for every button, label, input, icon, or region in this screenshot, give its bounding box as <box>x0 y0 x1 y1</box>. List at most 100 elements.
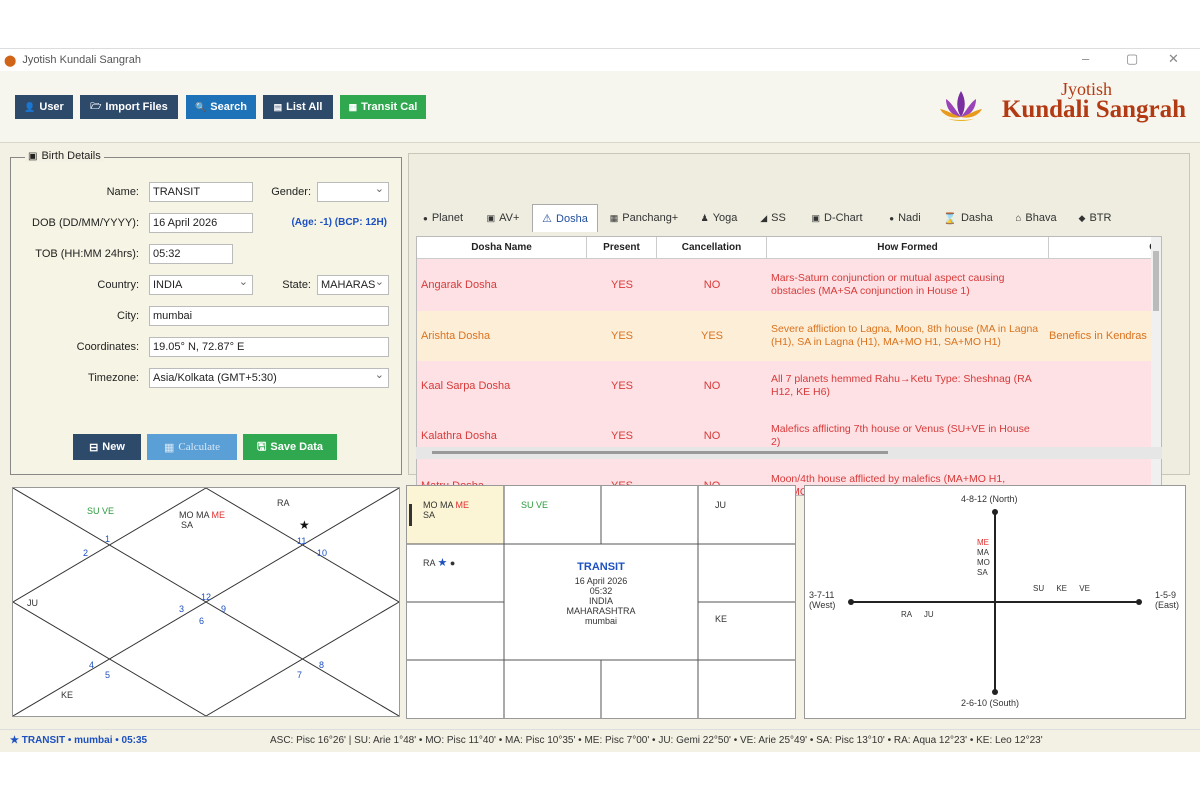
center-city: mumbai <box>584 616 617 626</box>
tab-yoga[interactable]: ♟ Yoga <box>690 204 748 232</box>
state-select[interactable]: MAHARAS <box>317 275 389 295</box>
house-number: 7 <box>297 670 303 680</box>
tab-btr[interactable]: ◆ BTR <box>1070 204 1120 232</box>
h3-planets: JU <box>27 598 38 608</box>
dosha-cancel: YES <box>700 330 723 342</box>
list-all-button[interactable]: ▤ List All <box>263 95 333 119</box>
pisces-planets: MO MA ME <box>423 500 470 510</box>
h1-planets: MO MA ME <box>179 510 226 520</box>
table-row[interactable]: Angarak Dosha YES NO Mars-Saturn conjunc… <box>417 259 1161 311</box>
tab-dosha[interactable]: ⚠ Dosha <box>532 204 598 232</box>
country-select[interactable]: INDIA <box>149 275 253 295</box>
maximize-icon[interactable]: ▢ <box>1126 51 1138 67</box>
table-row[interactable]: Arishta Dosha YES YES Severe affliction … <box>417 311 1161 361</box>
tob-field[interactable]: 05:32 <box>149 244 233 264</box>
center-title: TRANSIT <box>577 561 625 573</box>
calc-icon: ▦ <box>164 441 175 454</box>
city-label: City: <box>117 310 139 322</box>
aries-planets: SU VE <box>521 500 549 510</box>
timezone-select[interactable]: Asia/Kolkata (GMT+5:30) <box>149 368 389 388</box>
transit-cal-button[interactable]: ▦ Transit Cal <box>340 95 426 119</box>
status-left: ★ TRANSIT • mumbai • 05:35 <box>10 735 148 746</box>
house-number: 9 <box>221 604 227 614</box>
user-icon: 👤 <box>24 101 36 112</box>
planet-icon: ● <box>422 213 428 223</box>
minimize-icon[interactable]: – <box>1082 51 1089 66</box>
horizontal-scrollbar[interactable] <box>416 447 1162 459</box>
warning-icon: ⚠ <box>542 213 553 225</box>
header-dosha-name[interactable]: Dosha Name <box>417 237 587 258</box>
brand-line2: Kundali Sangrah <box>1001 96 1186 123</box>
header-how-formed[interactable]: How Formed <box>767 237 1049 258</box>
search-button[interactable]: 🔍 Search <box>186 95 256 119</box>
hourglass-icon: ⌛ <box>943 212 957 225</box>
city-field[interactable]: mumbai <box>149 306 389 326</box>
dosha-name: Arishta Dosha <box>421 330 491 342</box>
title-bar: ⬤ Jyotish Kundali Sangrah – ▢ ✕ <box>0 49 1200 71</box>
window-title: Jyotish Kundali Sangrah <box>22 54 141 66</box>
calculate-button[interactable]: ▦ Calculate <box>147 434 237 460</box>
tab-nadi[interactable]: ● Nadi <box>876 204 934 232</box>
house-icon: ⌂ <box>1015 212 1022 224</box>
house-number: 6 <box>199 616 205 626</box>
toolbar: 👤 User 🗁 Import Files 🔍 Search ▤ List All ▦ T… <box>0 71 1200 143</box>
form-icon: ▣ <box>28 150 38 162</box>
chart-center: TRANSIT 16 April 2026 05:32 INDIA MAHARA… <box>504 561 698 627</box>
coordinates-label: Coordinates: <box>76 341 139 353</box>
tab-dasha[interactable]: ⌛ Dasha <box>934 204 1002 232</box>
new-button[interactable]: ⊟ New <box>73 434 141 460</box>
table-row[interactable]: Kaal Sarpa Dosha YES NO All 7 planets he… <box>417 361 1161 411</box>
country-label: Country: <box>97 279 139 291</box>
north-stack-planet: SA <box>977 568 988 577</box>
house-number: 12 <box>201 592 212 602</box>
dot-marker-icon: ● <box>449 558 456 568</box>
yoga-icon: ♟ <box>700 212 709 223</box>
west-label: 3-7-11 <box>809 590 835 600</box>
directional-axes <box>848 509 1142 695</box>
north-stack-planet: ME <box>977 538 989 547</box>
house-number: 4 <box>89 660 95 670</box>
house-number: 2 <box>83 548 89 558</box>
house-number: 5 <box>105 670 111 680</box>
dob-field[interactable]: 16 April 2026 <box>149 213 253 233</box>
aquarius-planets: RA ★ ● <box>423 557 456 569</box>
tab-bhava[interactable]: ⌂ Bhava <box>1002 204 1070 232</box>
dosha-name: Angarak Dosha <box>421 279 497 291</box>
west-planets: RA JU <box>901 610 934 619</box>
chart-icon: ▣ <box>811 212 820 223</box>
tab-av[interactable]: ▣ AV+ <box>474 204 532 232</box>
header-cancellation[interactable]: Cancellation <box>657 237 767 258</box>
dosha-cancel: NO <box>703 380 721 392</box>
gender-select[interactable] <box>317 182 389 202</box>
center-state: MAHARASHTRA <box>566 606 636 616</box>
dosha-extra <box>1041 259 1161 311</box>
east-label: 1-5-9 <box>1155 590 1177 600</box>
state-label: State: <box>282 279 311 291</box>
av-icon: ▣ <box>486 212 496 223</box>
lotus-logo-icon <box>940 91 982 121</box>
close-icon[interactable]: ✕ <box>1168 51 1179 67</box>
pisces-planets-sa: SA <box>423 510 436 520</box>
gemini-planets: JU <box>715 500 726 510</box>
tab-ss[interactable]: ◢ SS <box>748 204 798 232</box>
btr-icon: ◆ <box>1078 212 1086 223</box>
import-files-button[interactable]: 🗁 Import Files <box>80 95 178 119</box>
tab-d-chart[interactable]: ▣ D-Chart <box>798 204 876 232</box>
calendar-icon: ▦ <box>348 101 358 112</box>
save-data-button[interactable]: 🖫 Save Data <box>243 434 337 460</box>
dosha-present: YES <box>610 380 633 392</box>
tab-panchang[interactable]: ▦ Panchang+ <box>598 204 690 232</box>
coordinates-field[interactable]: 19.05° N, 72.87° E <box>149 337 389 357</box>
header-cancel-reason[interactable]: Ca <box>1049 237 1161 258</box>
user-button[interactable]: 👤 User <box>15 95 73 119</box>
header-present[interactable]: Present <box>587 237 657 258</box>
dosha-present: YES <box>610 330 633 342</box>
tab-planet[interactable]: ● Planet <box>412 204 474 232</box>
gender-label: Gender: <box>271 186 311 198</box>
name-field[interactable]: TRANSIT <box>149 182 253 202</box>
app-icon: ⬤ <box>4 54 17 67</box>
dosha-how: All 7 planets hemmed Rahu→Ketu Type: She… <box>771 373 1032 398</box>
status-bar: ★ TRANSIT • mumbai • 05:35 ASC: Pisc 16°… <box>0 729 1200 751</box>
south-label: 2-6-10 (South) <box>961 698 1020 708</box>
house-number: 1 <box>105 534 111 544</box>
